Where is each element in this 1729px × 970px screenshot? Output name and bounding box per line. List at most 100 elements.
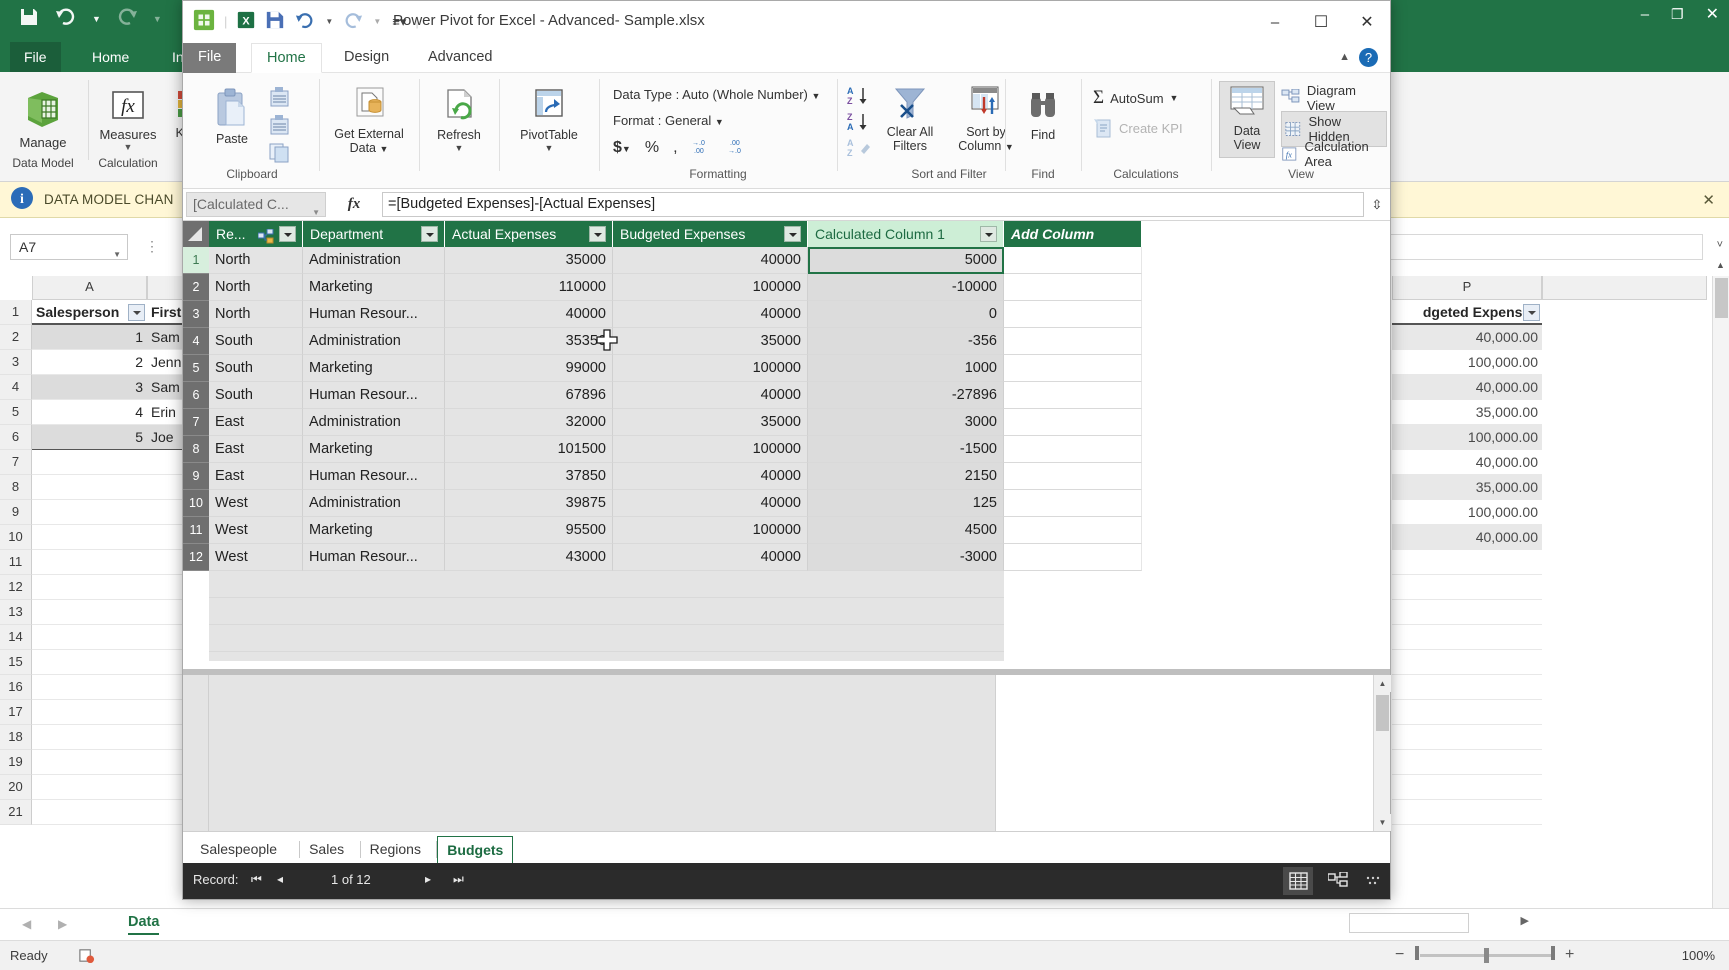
sheet-next-icon[interactable]: ▶ [58,917,67,931]
column-header-budgeted[interactable]: Budgeted Expenses [613,221,808,247]
autosum-button[interactable]: Σ AutoSum ▼ [1093,87,1178,109]
grid-vertical-scrollbar[interactable]: ▲ ▼ [1373,675,1391,831]
excel-row-header[interactable]: 11 [0,550,32,575]
cell-department[interactable]: Human Resour... [303,301,445,328]
row-number[interactable]: 3 [183,301,209,328]
cell-actual[interactable]: 101500 [445,436,613,463]
row-number[interactable]: 6 [183,382,209,409]
excel-row-header[interactable]: 8 [0,475,32,500]
get-external-data-button[interactable]: Get External Data ▼ [323,85,415,156]
excel-cell-b[interactable]: Jenn [147,350,183,375]
excel-name-box[interactable]: A7 ▼ [10,234,128,260]
data-type-selector[interactable]: Data Type : Auto (Whole Number) ▼ [613,87,820,102]
excel-cell-p[interactable]: 35,000.00 [1392,475,1542,500]
percent-format-button[interactable]: % [645,139,659,157]
scroll-down-icon[interactable]: ▼ [1374,814,1391,831]
cell-budgeted[interactable]: 100000 [613,517,808,544]
row-number[interactable]: 10 [183,490,209,517]
sheet-tab-sales[interactable]: Sales [300,836,353,863]
zoom-in-icon[interactable]: + [1565,946,1574,964]
excel-cell-empty[interactable] [147,750,183,775]
excel-row-header[interactable]: 7 [0,450,32,475]
excel-cell-empty[interactable] [147,500,183,525]
excel-row-header[interactable]: 5 [0,400,32,425]
cell-budgeted[interactable]: 40000 [613,301,808,328]
cell-region[interactable]: West [209,490,303,517]
cell-budgeted[interactable]: 40000 [613,544,808,571]
cell-addcol[interactable] [1004,544,1142,571]
cell-addcol[interactable] [1004,274,1142,301]
maximize-button[interactable]: ☐ [1298,1,1344,43]
cell-department[interactable]: Human Resour... [303,382,445,409]
column-header-department[interactable]: Department [303,221,445,247]
cell-department[interactable]: Human Resour... [303,463,445,490]
pivottable-dropdown-icon[interactable]: ▼ [503,143,595,153]
cell-budgeted[interactable]: 40000 [613,463,808,490]
excel-column-header-q[interactable] [1542,276,1707,300]
scroll-up-icon[interactable]: ▲ [1374,675,1391,692]
cell-calculated[interactable]: -10000 [808,274,1004,301]
excel-row-header[interactable]: 1 [0,300,32,325]
excel-column-header-p[interactable]: P [1392,276,1542,300]
tab-file[interactable]: File [183,43,237,73]
excel-cell-empty[interactable] [1392,725,1542,750]
cell-region[interactable]: East [209,436,303,463]
excel-tab-home[interactable]: Home [78,42,143,72]
record-next-button[interactable]: ▸ [425,872,431,886]
excel-autofilter-icon[interactable] [128,304,145,321]
cell-budgeted[interactable]: 100000 [613,436,808,463]
cell-budgeted[interactable]: 100000 [613,274,808,301]
column-header-actual[interactable]: Actual Expenses [445,221,613,247]
format-selector[interactable]: Format : General ▼ [613,113,724,128]
cell-calculated[interactable]: 1000 [808,355,1004,382]
excel-row-header[interactable]: 15 [0,650,32,675]
measures-icon[interactable]: fx [92,88,164,127]
cell-addcol[interactable] [1004,463,1142,490]
excel-cell-empty[interactable] [32,600,147,625]
cell-addcol[interactable] [1004,382,1142,409]
excel-autofilter-icon[interactable] [1523,304,1540,321]
excel-cell-a[interactable]: 5 [32,425,147,450]
cell-region[interactable]: East [209,409,303,436]
cell-calculated[interactable]: 4500 [808,517,1004,544]
cell-addcol[interactable] [1004,328,1142,355]
cell-actual[interactable]: 110000 [445,274,613,301]
cell-calculated[interactable]: 3000 [808,409,1004,436]
formula-expand-icon[interactable]: ˅ [1717,239,1723,251]
refresh-button[interactable]: Refresh ▼ [423,87,495,153]
redo-dropdown-icon[interactable]: ▼ [373,17,381,26]
cell-region[interactable]: East [209,463,303,490]
cell-calculated[interactable]: -3000 [808,544,1004,571]
row-number[interactable]: 11 [183,517,209,544]
excel-header-cell-b1[interactable]: First [147,300,183,325]
sort-ascending-button[interactable]: AZ [847,85,871,110]
excel-cell-p[interactable]: 40,000.00 [1392,450,1542,475]
excel-cell-empty[interactable] [1392,600,1542,625]
zoom-out-icon[interactable]: − [1395,946,1404,964]
help-icon[interactable]: ? [1359,48,1378,67]
excel-row-header[interactable]: 6 [0,425,32,450]
cell-budgeted[interactable]: 100000 [613,355,808,382]
sheet-tab-regions[interactable]: Regions [361,836,430,863]
cell-department[interactable]: Administration [303,490,445,517]
paste-button[interactable]: Paste [201,87,263,147]
cell-region[interactable]: North [209,274,303,301]
column-header-calculated[interactable]: Calculated Column 1 [808,221,1004,247]
excel-cell-p[interactable]: 100,000.00 [1392,425,1542,450]
increase-decimal-button[interactable]: →.0.00 [692,137,714,158]
cell-addcol[interactable] [1004,247,1142,274]
excel-cell-empty[interactable] [32,650,147,675]
data-view-button[interactable]: Data View [1219,81,1275,158]
clear-sort-button[interactable]: AZ [847,137,871,162]
excel-row-header[interactable]: 14 [0,625,32,650]
name-box-dropdown-icon[interactable]: ▼ [113,243,121,267]
record-prev-button[interactable]: ◂ [277,872,283,886]
excel-cell-p[interactable]: 40,000.00 [1392,525,1542,550]
minimize-button[interactable]: – [1252,1,1298,43]
excel-cell-empty[interactable] [147,625,183,650]
excel-cell-empty[interactable] [1392,700,1542,725]
cell-budgeted[interactable]: 35000 [613,328,808,355]
excel-header-cell-p1[interactable]: dgeted Expenses [1392,300,1542,325]
excel-scroll-thumb[interactable] [1715,278,1728,318]
cell-addcol[interactable] [1004,301,1142,328]
